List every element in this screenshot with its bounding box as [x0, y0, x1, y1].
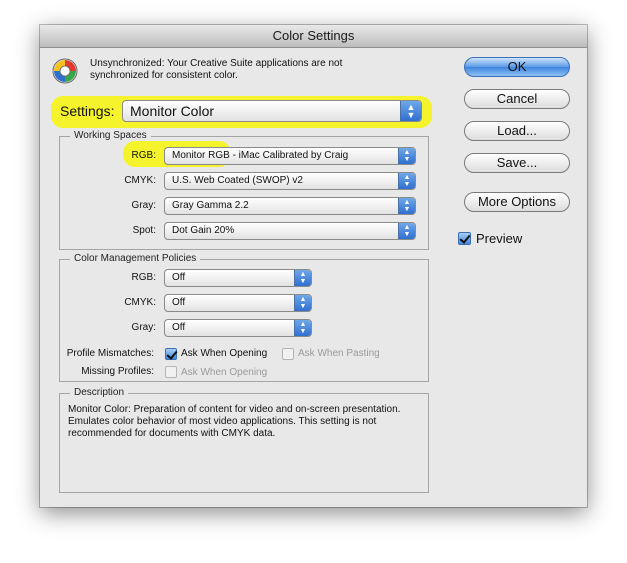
save-button[interactable]: Save...	[464, 153, 570, 173]
ask-when-pasting-label: Ask When Pasting	[298, 348, 380, 359]
popup-arrows-icon: ▲ ▼	[294, 320, 311, 336]
policy-rgb-popup[interactable]: Off ▲ ▼	[164, 269, 312, 287]
cancel-button[interactable]: Cancel	[464, 89, 570, 109]
policy-rgb-value: Off	[172, 272, 186, 283]
ws-spot-label: Spot:	[132, 225, 156, 236]
ask-when-opening-mismatch-label: Ask When Opening	[181, 348, 268, 359]
more-options-button[interactable]: More Options	[464, 192, 570, 212]
policy-gray-value: Off	[172, 322, 186, 333]
description-text: Monitor Color: Preparation of content fo…	[68, 404, 401, 439]
settings-popup-value: Monitor Color	[130, 103, 215, 119]
preview-checkbox[interactable]	[458, 232, 471, 245]
policies-title: Color Management Policies	[70, 253, 201, 265]
popup-arrows-icon: ▲ ▼	[398, 223, 415, 239]
sync-warning-text: Unsynchronized: Your Creative Suite appl…	[90, 58, 343, 81]
ws-rgb-popup[interactable]: Monitor RGB - iMac Calibrated by Craig ▲…	[164, 147, 416, 165]
preview-label: Preview	[476, 231, 523, 246]
policy-rgb-label: RGB:	[131, 272, 156, 283]
ask-when-pasting-checkbox[interactable]	[282, 348, 294, 360]
popup-arrows-icon: ▲ ▼	[398, 173, 415, 189]
ws-spot-popup[interactable]: Dot Gain 20% ▲ ▼	[164, 222, 416, 240]
ok-button[interactable]: OK	[464, 57, 570, 77]
ws-gray-popup[interactable]: Gray Gamma 2.2 ▲ ▼	[164, 197, 416, 215]
policy-cmyk-popup[interactable]: Off ▲ ▼	[164, 294, 312, 312]
popup-arrows-icon: ▲ ▼	[400, 101, 421, 121]
popup-arrows-icon: ▲ ▼	[294, 295, 311, 311]
ws-cmyk-label: CMYK:	[124, 175, 156, 186]
popup-arrows-icon: ▲ ▼	[294, 270, 311, 286]
profile-mismatches-label: Profile Mismatches:	[66, 348, 154, 359]
policy-cmyk-label: CMYK:	[124, 297, 156, 308]
window-title: Color Settings	[40, 25, 587, 48]
ws-cmyk-value: U.S. Web Coated (SWOP) v2	[172, 175, 303, 186]
color-wheel-icon	[52, 58, 78, 84]
ws-spot-value: Dot Gain 20%	[172, 225, 235, 236]
policy-cmyk-value: Off	[172, 297, 186, 308]
ws-cmyk-popup[interactable]: U.S. Web Coated (SWOP) v2 ▲ ▼	[164, 172, 416, 190]
ws-rgb-value: Monitor RGB - iMac Calibrated by Craig	[172, 150, 349, 161]
ask-when-opening-missing-label: Ask When Opening	[181, 367, 268, 378]
ws-gray-label: Gray:	[131, 200, 156, 211]
description-title: Description	[70, 387, 129, 399]
policy-gray-label: Gray:	[131, 322, 156, 333]
ws-gray-value: Gray Gamma 2.2	[172, 200, 249, 211]
settings-label: Settings:	[60, 103, 115, 119]
popup-arrows-icon: ▲ ▼	[398, 198, 415, 214]
ask-when-opening-missing-checkbox[interactable]	[165, 366, 177, 378]
color-settings-dialog: Color Settings Unsynchronized: Your Crea…	[40, 25, 587, 507]
load-button[interactable]: Load...	[464, 121, 570, 141]
ws-rgb-label: RGB:	[131, 150, 156, 161]
missing-profiles-label: Missing Profiles:	[81, 366, 154, 377]
policy-gray-popup[interactable]: Off ▲ ▼	[164, 319, 312, 337]
popup-arrows-icon: ▲ ▼	[398, 148, 415, 164]
ask-when-opening-mismatch-checkbox[interactable]	[165, 348, 177, 360]
settings-popup[interactable]: Monitor Color ▲ ▼	[122, 100, 422, 122]
